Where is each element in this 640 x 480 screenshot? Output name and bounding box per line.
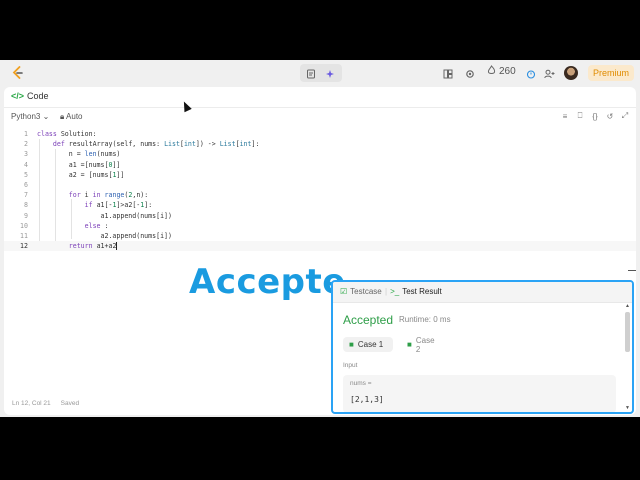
code-text: class Solution: — [37, 130, 97, 138]
runtime-info: Runtime: 0 ms — [399, 315, 451, 324]
case-2-label: Case 2 — [415, 335, 435, 354]
code-line[interactable]: 8 if a1[-1]>a2[-1]: — [4, 200, 636, 210]
line-number: 12 — [20, 242, 28, 251]
code-line[interactable]: 11 a2.append(nums[i]) — [4, 231, 636, 241]
add-friend-icon[interactable] — [541, 66, 557, 82]
text-caret — [116, 242, 118, 251]
code-line[interactable]: 5 a2 = [nums[1]] — [4, 170, 636, 180]
input-box: nums = [2,1,3] — [343, 375, 616, 412]
code-line[interactable]: 10 else : — [4, 221, 636, 231]
test-result-panel: ☑ Testcase | >_ Test Result Accepted Run… — [331, 280, 634, 414]
code-line[interactable]: 12 return a1+a2 — [4, 241, 636, 252]
line-number: 2 — [24, 140, 28, 149]
streak-count: 260 — [499, 66, 516, 77]
case-1-label: Case 1 — [357, 340, 384, 349]
streak-counter[interactable]: 260 — [487, 65, 516, 78]
premium-button[interactable]: Premium — [588, 65, 634, 81]
line-number: 5 — [24, 170, 28, 179]
check-icon: ■ — [349, 340, 354, 349]
editor-actions: ≡ ⎕ {} ↺ ⤢ — [560, 111, 630, 121]
language-label: Python3 — [11, 112, 41, 121]
code-text: for i in range(2,n): — [68, 191, 149, 200]
code-text: def resultArray(self, nums: List[int]) -… — [52, 140, 260, 149]
code-text: else : — [84, 221, 109, 230]
tab-testcase-label: Testcase — [350, 287, 382, 296]
code-editor[interactable]: 1 class Solution: 2 def resultArray(self, … — [4, 129, 636, 269]
code-line[interactable]: 2 def resultArray(self, nums: List[int])… — [4, 139, 636, 149]
scroll-up-icon[interactable]: ▲ — [625, 303, 630, 309]
accepted-overlay-caption: Accepte — [189, 262, 346, 302]
code-line[interactable]: 7 for i in range(2,n): — [4, 190, 636, 200]
input-var-name: nums = — [350, 380, 372, 387]
line-number: 6 — [24, 181, 28, 189]
separator: | — [385, 287, 388, 296]
scroll-marker — [628, 270, 636, 271]
line-number: 1 — [24, 130, 28, 138]
checkbox-icon: ☑ — [340, 287, 348, 296]
line-number: 7 — [24, 191, 28, 200]
code-panel-header: </> Code — [4, 87, 636, 108]
expand-icon[interactable]: ⤢ — [620, 111, 630, 121]
auto-mode[interactable]: 🔒︎ Auto — [60, 112, 83, 122]
code-line[interactable]: 9 a1.append(nums[i]) — [4, 211, 636, 221]
language-selector[interactable]: Python3 ⌄ — [11, 112, 49, 121]
code-brackets-icon: </> — [11, 91, 25, 101]
chevron-down-icon: ⌄ — [42, 112, 50, 121]
code-line[interactable]: 3 n = len(nums) — [4, 149, 636, 159]
fire-icon — [487, 65, 496, 78]
cursor-position: Ln 12, Col 21 — [12, 400, 51, 407]
line-number: 9 — [24, 211, 28, 220]
line-number: 3 — [24, 150, 28, 159]
result-tabs: ☑ Testcase | >_ Test Result — [333, 282, 632, 303]
tab-testcase[interactable]: ☑ Testcase — [340, 287, 382, 296]
editor-status-bar: Ln 12, Col 21 Saved — [12, 400, 79, 407]
code-text: a2 = [nums[1]] — [37, 170, 125, 179]
code-text: a1.append(nums[i]) — [37, 211, 172, 220]
code-line[interactable]: 4 a1 =[nums[0]] — [4, 160, 636, 170]
line-number: 4 — [24, 160, 28, 169]
scroll-down-icon[interactable]: ▼ — [625, 405, 630, 411]
line-number: 11 — [20, 232, 28, 240]
leetcode-logo-icon[interactable] — [11, 66, 25, 80]
case-2-tab[interactable]: ■ Case 2 — [401, 335, 447, 354]
top-toolbar: 260 Premium — [0, 60, 640, 87]
tab-test-result-label: Test Result — [402, 287, 442, 296]
format-lines-icon[interactable]: ≡ — [560, 111, 570, 121]
ai-assistant-icon[interactable] — [322, 66, 338, 82]
braces-icon[interactable]: {} — [590, 111, 600, 121]
reset-icon[interactable]: ↺ — [605, 111, 615, 121]
saved-status: Saved — [60, 400, 80, 407]
code-text: a2.append(nums[i]) — [37, 232, 172, 240]
code-text: return a1+a2 — [68, 242, 118, 251]
user-avatar[interactable] — [564, 66, 578, 80]
check-icon: ■ — [407, 340, 412, 349]
terminal-icon: >_ — [390, 287, 400, 296]
code-text: if a1[-1]>a2[-1]: — [84, 201, 153, 210]
case-1-tab[interactable]: ■ Case 1 — [343, 337, 393, 352]
layout-icon[interactable] — [440, 66, 456, 82]
input-label: Input — [343, 362, 358, 369]
auto-mode-label: Auto — [66, 112, 83, 121]
verdict-accepted: Accepted — [343, 313, 394, 327]
code-tab-label: Code — [27, 91, 49, 101]
code-text: n = len(nums) — [37, 150, 121, 159]
line-number: 10 — [20, 221, 28, 230]
lock-icon: 🔒︎ — [60, 112, 65, 121]
notes-icon[interactable] — [303, 66, 319, 82]
code-line[interactable]: 6 — [4, 180, 636, 190]
tab-test-result[interactable]: | >_ Test Result — [385, 287, 442, 296]
input-var-value: [2,1,3] — [350, 395, 384, 404]
code-line[interactable]: 1 class Solution: — [4, 129, 636, 139]
settings-gear-icon[interactable] — [462, 66, 478, 82]
timer-icon[interactable] — [523, 66, 539, 82]
code-tab[interactable]: </> Code — [11, 91, 49, 101]
bookmark-icon[interactable]: ⎕ — [575, 111, 585, 121]
code-text: a1 =[nums[0]] — [37, 160, 121, 169]
line-number: 8 — [24, 201, 28, 210]
editor-toolbar: Python3 ⌄ 🔒︎ Auto ≡ ⎕ {} ↺ ⤢ — [4, 108, 636, 126]
scrollbar-thumb[interactable] — [625, 312, 630, 352]
